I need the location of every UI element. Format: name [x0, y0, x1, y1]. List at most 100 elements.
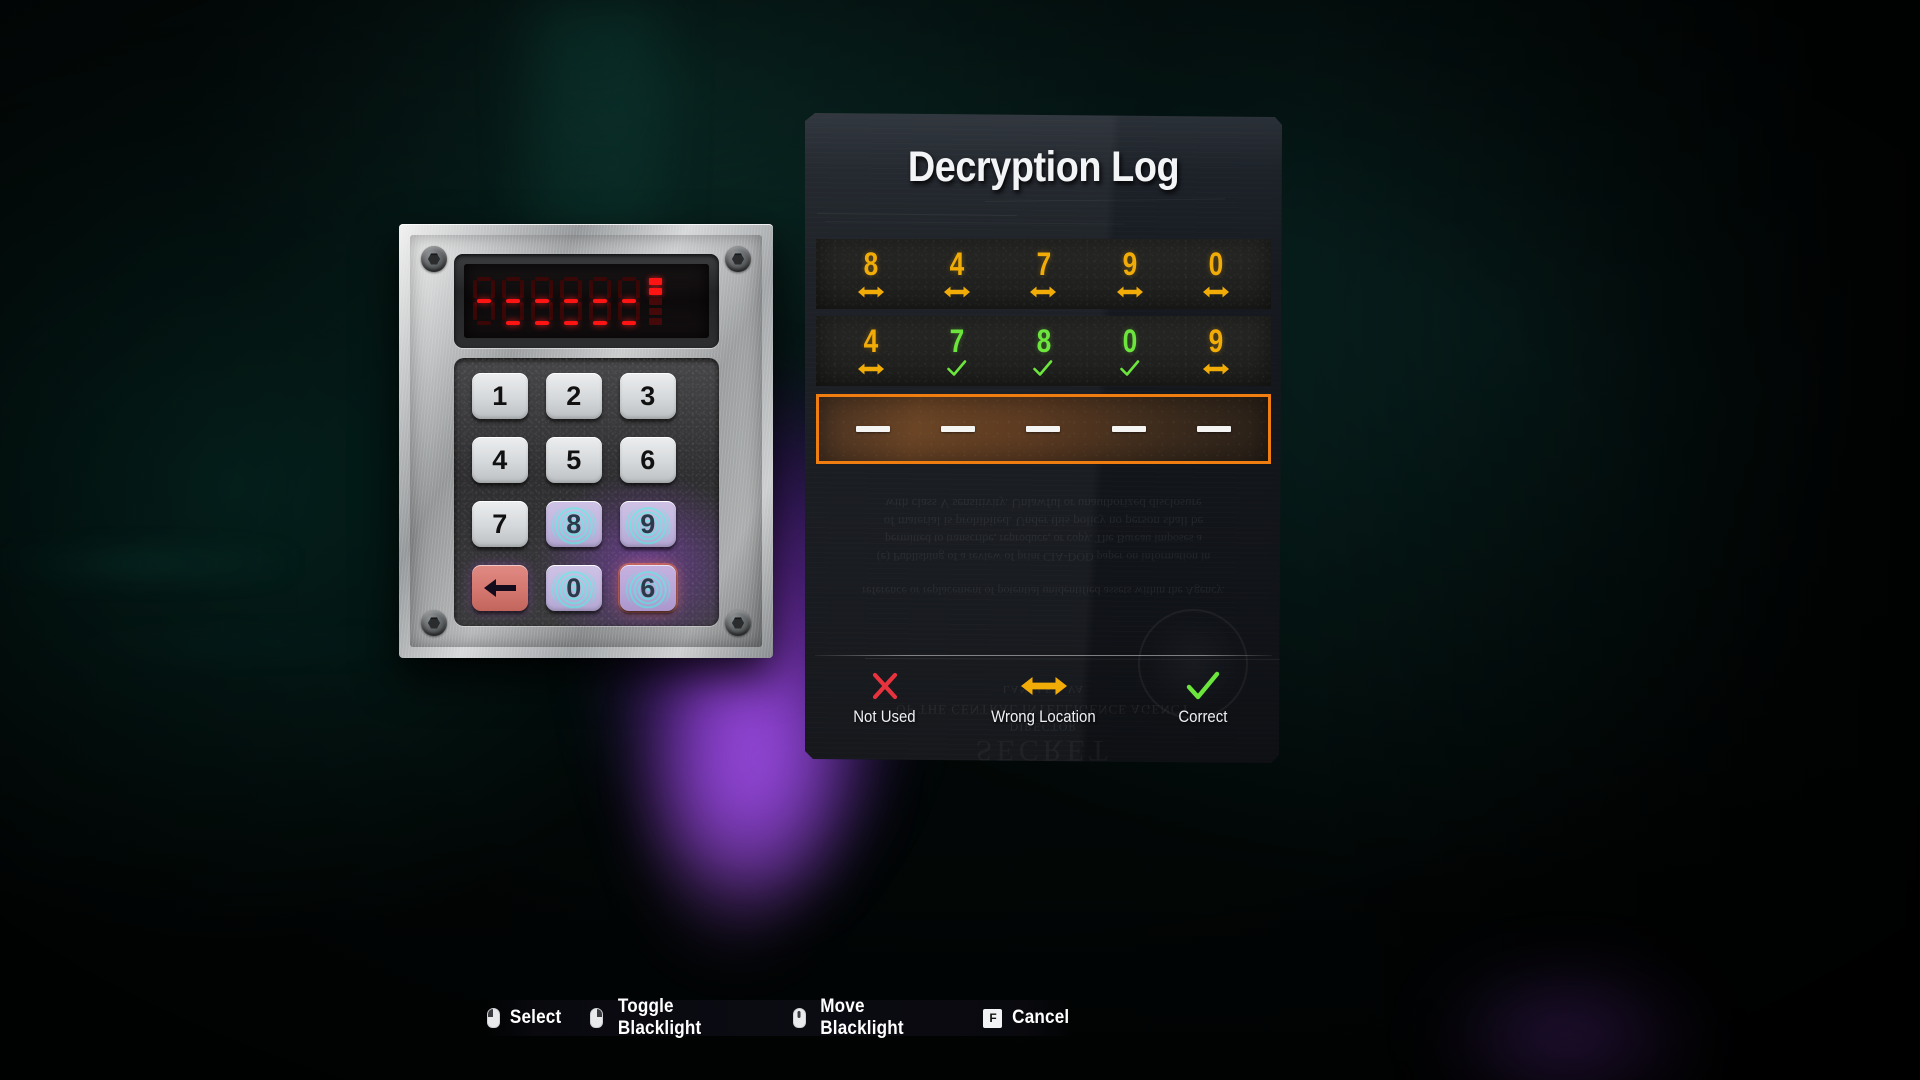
- key-label: 9: [640, 508, 656, 539]
- control-hint-cancel[interactable]: F Cancel: [983, 1007, 1073, 1029]
- keypad-key-3[interactable]: 3: [620, 373, 676, 419]
- active-entry-row[interactable]: [816, 394, 1271, 464]
- check-icon: [1119, 359, 1140, 378]
- keypad-key-8[interactable]: 8: [546, 501, 602, 547]
- double-arrow-icon: [944, 283, 971, 301]
- key-label: 1: [492, 380, 508, 411]
- entry-slot-1[interactable]: [842, 426, 904, 432]
- check-icon: [1186, 669, 1220, 703]
- entry-slot-4[interactable]: [1098, 426, 1160, 432]
- panel-scratch: [984, 198, 1225, 202]
- control-hint-move-blacklight[interactable]: Move Blacklight: [793, 996, 957, 1040]
- check-icon: [947, 359, 967, 378]
- screw-icon: [421, 610, 447, 636]
- keypad-key-6[interactable]: 6: [620, 437, 676, 483]
- keypad-key-7[interactable]: 7: [472, 501, 528, 547]
- double-arrow-icon: [1116, 283, 1143, 301]
- log-cell: 9: [1185, 325, 1247, 378]
- log-digit: 0: [1122, 322, 1137, 359]
- log-digit: 7: [1036, 245, 1051, 282]
- entry-slot-2[interactable]: [927, 426, 989, 432]
- keypad-key-0[interactable]: 0: [546, 565, 602, 611]
- keypad-key-4[interactable]: 4: [472, 437, 528, 483]
- control-hint-label: Toggle Blacklight: [617, 996, 702, 1039]
- key-label: 4: [492, 444, 508, 475]
- keypad-key-grid: 1 2 3 4 5 6 7 8 9 0 6: [472, 373, 676, 611]
- legend-label: Wrong Location: [991, 707, 1096, 726]
- double-arrow-icon: [1202, 360, 1229, 378]
- keypad-key-plate: 1 2 3 4 5 6 7 8 9 0 6: [454, 358, 719, 626]
- keypad-key-9[interactable]: 9: [620, 501, 676, 547]
- led-digit: [473, 277, 495, 325]
- key-label: 7: [492, 508, 508, 539]
- entry-slot-dash: [1026, 426, 1061, 432]
- log-digit: 9: [1208, 322, 1224, 359]
- double-arrow-icon: [858, 283, 885, 301]
- page-title: Decryption Log: [907, 143, 1180, 191]
- log-digit: 9: [1122, 245, 1137, 282]
- screw-icon: [421, 246, 447, 272]
- log-digit: 7: [950, 322, 965, 359]
- keypad-enter-key[interactable]: 6: [620, 565, 676, 611]
- document-background-text: of material is prohibited. Under this po…: [883, 514, 1204, 529]
- key-label: 8: [566, 508, 582, 539]
- legend-label: Correct: [1177, 707, 1228, 726]
- key-label: 0: [566, 572, 582, 603]
- document-background-text: permitted to transcribe, reproduce, or c…: [885, 532, 1202, 546]
- key-label: 6: [640, 444, 656, 475]
- legend-item-correct: Correct: [1128, 669, 1278, 727]
- keypad-device: 1 2 3 4 5 6 7 8 9 0 6: [399, 224, 773, 658]
- check-icon: [1033, 359, 1053, 378]
- legend-label: Not Used: [853, 707, 916, 726]
- game-screen: 1 2 3 4 5 6 7 8 9 0 6 Decryption Log wit…: [0, 0, 1920, 1080]
- log-digit: 8: [863, 245, 879, 282]
- keypad-key-5[interactable]: 5: [546, 437, 602, 483]
- control-hint-label: Select: [509, 1007, 562, 1028]
- document-background-text: SECRET: [975, 734, 1112, 763]
- mouse-left-icon: [487, 1008, 500, 1028]
- document-background-text: with class V sensitivity. Unlawful or un…: [885, 496, 1202, 511]
- double-arrow-icon: [1202, 283, 1229, 301]
- document-background-text: (e) Publishing of a review of print CIA-…: [876, 550, 1211, 564]
- legend: Not Used Wrong Location Correct: [805, 669, 1282, 727]
- cross-icon: [870, 669, 900, 703]
- arrow-left-icon: [484, 579, 516, 597]
- log-digit: 0: [1208, 245, 1224, 282]
- entry-slot-dash: [1111, 426, 1146, 432]
- led-digit: [531, 277, 553, 325]
- double-arrow-icon: [1020, 669, 1067, 703]
- control-hint-label: Cancel: [1012, 1007, 1070, 1028]
- entry-slot-dash: [941, 426, 976, 432]
- control-hint-label: Move Blacklight: [820, 996, 904, 1039]
- keypad-backspace-key[interactable]: [472, 565, 528, 611]
- led-digit: [589, 277, 611, 325]
- panel-scratch: [816, 213, 1017, 217]
- document-background-text: reference or replacement of potential un…: [862, 584, 1225, 598]
- keypad-key-2[interactable]: 2: [546, 373, 602, 419]
- key-f-icon: F: [983, 1008, 1003, 1028]
- log-cell: 7: [926, 325, 988, 378]
- legend-divider: [815, 655, 1272, 656]
- key-label: 6: [640, 572, 656, 603]
- control-hint-toggle-blacklight[interactable]: Toggle Blacklight: [590, 996, 767, 1040]
- led-status-marks: [649, 277, 662, 325]
- control-hints-bar: Select Toggle Blacklight Move Blacklight…: [487, 996, 1073, 1039]
- control-hint-select[interactable]: Select: [487, 1007, 564, 1029]
- screw-icon: [725, 610, 751, 636]
- mouse-wheel-icon: [793, 1008, 806, 1028]
- log-cell: 0: [1185, 248, 1247, 301]
- log-cell: 0: [1099, 325, 1161, 378]
- log-digit: 4: [950, 245, 965, 282]
- legend-item-not-used: Not Used: [810, 669, 960, 727]
- keypad-key-1[interactable]: 1: [472, 373, 528, 419]
- double-arrow-icon: [858, 360, 885, 378]
- log-digit: 8: [1036, 322, 1051, 359]
- log-digit: 4: [863, 322, 879, 359]
- keypad-led-display: [454, 254, 719, 348]
- log-cell: 8: [1012, 325, 1074, 378]
- entry-slot-3[interactable]: [1012, 426, 1074, 432]
- entry-slot-5[interactable]: [1183, 426, 1245, 432]
- log-row-attempt-1: 8 4 7 9 0: [816, 239, 1271, 309]
- log-cell: 9: [1099, 248, 1161, 301]
- screw-icon: [725, 246, 751, 272]
